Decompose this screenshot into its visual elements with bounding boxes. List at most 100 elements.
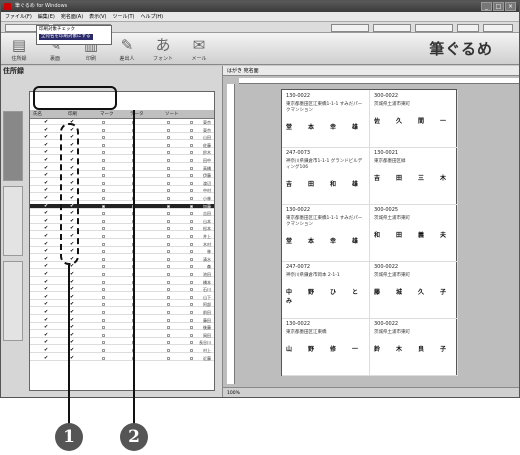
- row-checkbox[interactable]: [167, 303, 170, 307]
- row-checkbox[interactable]: [167, 227, 170, 231]
- row-checkbox[interactable]: [102, 174, 105, 178]
- row-check-icon[interactable]: ✔: [44, 120, 48, 125]
- row-checkbox[interactable]: [190, 349, 193, 352]
- table-row[interactable]: ✔ ✔ 東京: [30, 120, 214, 125]
- close-button[interactable]: ×: [505, 2, 516, 11]
- row-checkbox[interactable]: [167, 356, 170, 360]
- row-checkbox[interactable]: [102, 227, 105, 231]
- row-checkbox[interactable]: [190, 257, 193, 261]
- side-tab-1[interactable]: [3, 111, 23, 181]
- table-row[interactable]: ✔ ✔ 山本: [30, 218, 214, 224]
- row-check-icon[interactable]: ✔: [44, 332, 48, 338]
- link-button-5[interactable]: [415, 24, 453, 32]
- table-row[interactable]: ✔ ✔ 渡辺: [30, 180, 214, 186]
- row-check-icon[interactable]: ✔: [44, 150, 48, 155]
- row-checkbox[interactable]: [190, 311, 193, 314]
- side-tab-3[interactable]: [3, 261, 23, 341]
- row-checkbox[interactable]: [167, 166, 170, 170]
- row-check-icon[interactable]: ✔: [44, 264, 48, 269]
- menu-view[interactable]: 表示(V): [89, 12, 106, 21]
- row-checkbox[interactable]: [167, 311, 170, 314]
- print-target-dropdown[interactable]: 印刷対象チェック 全宛名を印刷対象にする: [36, 25, 112, 45]
- minimize-button[interactable]: _: [481, 2, 492, 11]
- row-checkbox[interactable]: [102, 212, 105, 216]
- print-target-checkbox[interactable]: ✔: [70, 272, 74, 277]
- row-checkbox[interactable]: [190, 288, 193, 292]
- table-row[interactable]: ✔ ✔ 東京: [30, 127, 214, 133]
- row-checkbox[interactable]: [102, 250, 105, 254]
- row-checkbox[interactable]: [167, 326, 170, 330]
- table-row[interactable]: ✔ ✔ 石川: [30, 287, 214, 293]
- row-checkbox[interactable]: [167, 257, 170, 261]
- table-row[interactable]: ✔ ✔ 長谷川: [30, 340, 214, 346]
- row-checkbox[interactable]: [167, 341, 170, 345]
- row-checkbox[interactable]: [102, 235, 105, 238]
- row-check-icon[interactable]: ✔: [44, 173, 48, 178]
- row-checkbox[interactable]: [167, 219, 170, 223]
- tool-font[interactable]: あフォント: [149, 35, 177, 63]
- row-checkbox[interactable]: [190, 219, 193, 223]
- row-checkbox[interactable]: [102, 136, 105, 140]
- print-target-checkbox[interactable]: ✔: [70, 332, 74, 338]
- row-checkbox[interactable]: [102, 242, 105, 246]
- row-checkbox[interactable]: [167, 318, 170, 322]
- side-tab-2[interactable]: [3, 186, 23, 256]
- row-check-icon[interactable]: ✔: [44, 310, 48, 315]
- print-target-checkbox[interactable]: ✔: [70, 355, 74, 361]
- row-check-icon[interactable]: ✔: [44, 226, 48, 231]
- tool-sender[interactable]: ✎ 差出人: [113, 35, 141, 63]
- row-checkbox[interactable]: [167, 349, 170, 352]
- row-check-icon[interactable]: ✔: [44, 165, 48, 171]
- print-target-checkbox[interactable]: ✔: [70, 294, 74, 300]
- table-row[interactable]: ✔ ✔ 加藤: [30, 203, 214, 209]
- link-button-7[interactable]: [483, 24, 513, 32]
- row-checkbox[interactable]: [102, 197, 105, 200]
- row-checkbox[interactable]: [102, 273, 105, 276]
- row-checkbox[interactable]: [190, 181, 193, 185]
- maximize-button[interactable]: □: [493, 2, 504, 11]
- row-check-icon[interactable]: ✔: [44, 203, 48, 209]
- table-row[interactable]: ✔ ✔ 鈴木: [30, 150, 214, 156]
- table-row[interactable]: ✔ ✔ 後藤: [30, 325, 214, 331]
- row-checkbox[interactable]: [167, 128, 170, 132]
- table-row[interactable]: ✔ ✔ 山下: [30, 294, 214, 300]
- row-checkbox[interactable]: [167, 174, 170, 178]
- address-label[interactable]: 247-0072 神奈川県鎌倉市岡本 2-1-1 中 野 ひ と み: [282, 261, 370, 319]
- table-row[interactable]: ✔ ✔ 村上: [30, 348, 214, 353]
- row-checkbox[interactable]: [190, 212, 193, 216]
- table-row[interactable]: ✔ ✔ 池田: [30, 272, 214, 277]
- row-check-icon[interactable]: ✔: [44, 249, 48, 254]
- row-checkbox[interactable]: [190, 273, 193, 276]
- row-check-icon[interactable]: ✔: [44, 287, 48, 292]
- row-checkbox[interactable]: [167, 204, 170, 208]
- row-checkbox[interactable]: [102, 204, 105, 208]
- menu-tools[interactable]: ツール(T): [113, 12, 135, 21]
- row-checkbox[interactable]: [102, 166, 105, 170]
- row-checkbox[interactable]: [190, 326, 193, 330]
- row-checkbox[interactable]: [190, 159, 193, 162]
- row-checkbox[interactable]: [102, 333, 105, 337]
- menu-help[interactable]: ヘルプ(H): [140, 12, 163, 21]
- row-checkbox[interactable]: [102, 341, 105, 345]
- table-row[interactable]: ✔ ✔ 井上: [30, 234, 214, 239]
- row-check-icon[interactable]: ✔: [44, 180, 48, 186]
- row-checkbox[interactable]: [102, 143, 105, 147]
- print-target-checkbox[interactable]: ✔: [70, 317, 74, 323]
- row-checkbox[interactable]: [167, 143, 170, 147]
- row-checkbox[interactable]: [167, 250, 170, 254]
- tool-address-book[interactable]: ▤ 住所録: [5, 35, 33, 63]
- row-checkbox[interactable]: [167, 288, 170, 292]
- table-row[interactable]: ✔ ✔ 阿部: [30, 302, 214, 308]
- row-checkbox[interactable]: [102, 288, 105, 292]
- table-row[interactable]: ✔ ✔ 近藤: [30, 355, 214, 361]
- row-checkbox[interactable]: [190, 227, 193, 231]
- row-check-icon[interactable]: ✔: [44, 142, 48, 148]
- row-checkbox[interactable]: [102, 311, 105, 314]
- row-checkbox[interactable]: [102, 121, 105, 124]
- row-checkbox[interactable]: [190, 136, 193, 140]
- row-checkbox[interactable]: [190, 121, 193, 124]
- row-checkbox[interactable]: [190, 143, 193, 147]
- table-row[interactable]: ✔ ✔ 前田: [30, 310, 214, 315]
- row-checkbox[interactable]: [190, 242, 193, 246]
- address-label[interactable]: 130-0022 東京都墨田区江東橋山 野 修 一: [282, 318, 370, 376]
